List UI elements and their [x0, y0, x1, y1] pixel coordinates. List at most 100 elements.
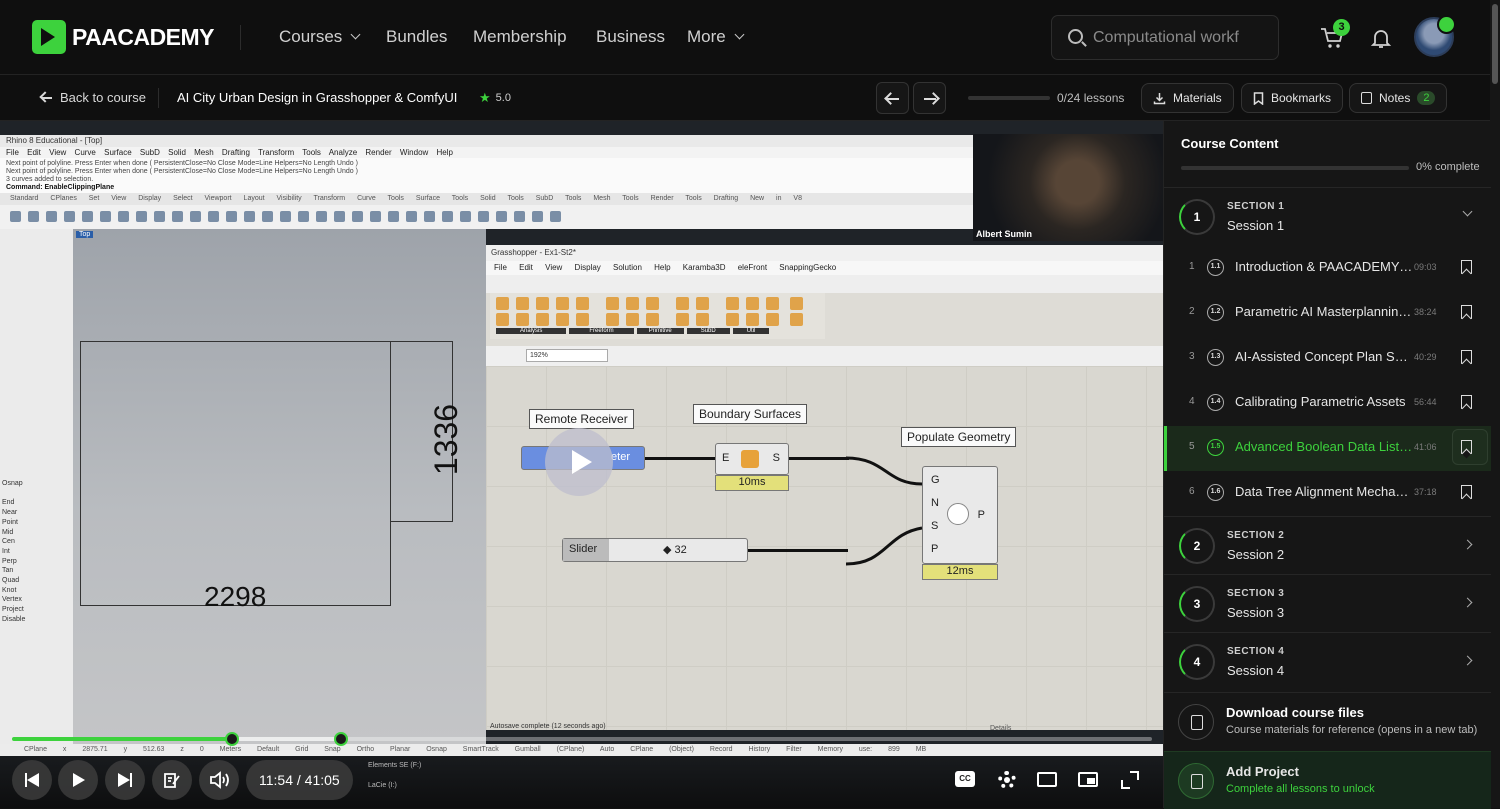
- lesson-status-icon: 1.4: [1207, 394, 1224, 411]
- add-project-card[interactable]: Add Project Complete all lessons to unlo…: [1164, 751, 1491, 809]
- section-label: SECTION 4: [1227, 646, 1285, 657]
- bookmark-icon[interactable]: [1461, 440, 1472, 454]
- add-project-icon: [1178, 763, 1214, 799]
- gear-icon: [998, 771, 1016, 789]
- course-progress-label: 0% complete: [1416, 161, 1480, 173]
- settings-button[interactable]: [987, 760, 1027, 800]
- lesson-title: Advanced Boolean Data List ...: [1235, 439, 1413, 454]
- grasshopper-menu: File Edit View Display Solution Help Kar…: [486, 261, 1163, 275]
- notes-icon: [1361, 92, 1372, 104]
- notes-toggle-button[interactable]: [152, 760, 192, 800]
- nav-courses[interactable]: Courses: [279, 27, 361, 47]
- nav-membership[interactable]: Membership: [473, 27, 567, 47]
- zoom-level: 192%: [526, 349, 608, 362]
- volume-button[interactable]: [199, 760, 239, 800]
- materials-button[interactable]: Materials: [1141, 83, 1234, 113]
- bookmarks-button[interactable]: Bookmarks: [1241, 83, 1344, 113]
- gh-boundary-timing: 10ms: [715, 475, 789, 491]
- section-number: 3: [1179, 586, 1215, 622]
- lesson-item[interactable]: 1 1.1 Introduction & PAACADEMY ... 09:03: [1164, 246, 1491, 291]
- picture-in-picture-button[interactable]: [1069, 760, 1109, 800]
- download-course-files-card[interactable]: Download course files Course materials f…: [1164, 692, 1491, 750]
- viewport-tag: Top: [76, 231, 94, 238]
- lesson-item[interactable]: 6 1.6 Data Tree Alignment Mechani... 37:18: [1164, 471, 1491, 516]
- nav-bundles[interactable]: Bundles: [386, 27, 447, 47]
- lessons-progress-bar: [968, 96, 1050, 100]
- theater-icon: [1037, 772, 1057, 787]
- search-input[interactable]: [1093, 29, 1273, 47]
- arrow-left-icon: [887, 98, 899, 100]
- lesson-duration: 40:29: [1414, 352, 1437, 362]
- bookmark-icon[interactable]: [1461, 395, 1472, 409]
- nav-more[interactable]: More: [687, 27, 745, 47]
- course-toolbar: Back to course AI City Urban Design in G…: [0, 75, 1490, 121]
- theater-mode-button[interactable]: [1028, 760, 1068, 800]
- seek-progress: [12, 737, 233, 741]
- gh-wire: [645, 457, 715, 460]
- video-player[interactable]: Rhino 8 Educational - [Top] File Edit Vi…: [0, 121, 1163, 808]
- paacademy-logo[interactable]: PAACADEMY: [32, 20, 215, 54]
- search-box[interactable]: [1051, 15, 1279, 60]
- lessons-progress-text: 0/24 lessons: [1057, 91, 1125, 105]
- site-rectangle: [80, 341, 391, 606]
- gh-wires: [846, 456, 923, 566]
- details-label: Details: [990, 725, 1012, 732]
- next-icon: [118, 773, 130, 787]
- section-2-header[interactable]: 2 SECTION 2 Session 2: [1164, 516, 1491, 574]
- page-scrollbar[interactable]: [1490, 0, 1500, 808]
- notes-count-badge: 2: [1417, 91, 1436, 105]
- gh-wire: [748, 549, 848, 552]
- section-label: SECTION 1: [1227, 201, 1285, 212]
- bell-icon[interactable]: [1370, 27, 1392, 49]
- seek-bar[interactable]: [12, 732, 1152, 746]
- section-1-header[interactable]: 1 SECTION 1 Session 1: [1164, 187, 1491, 245]
- chevron-right-icon: [1462, 539, 1473, 550]
- osnap-panel: Osnap End Near Point Mid Cen Int Perp Tan Quad Kn…: [2, 480, 26, 623]
- play-button[interactable]: [58, 760, 98, 800]
- bookmark-icon[interactable]: [1461, 350, 1472, 364]
- chevron-right-icon: [1462, 655, 1473, 666]
- rhino-top-viewport: Top 1336 2298: [73, 229, 486, 744]
- lesson-item-active[interactable]: 5 1.5 Advanced Boolean Data List ... 41:06: [1164, 426, 1491, 471]
- lesson-title: AI-Assisted Concept Plan Syn...: [1235, 349, 1413, 364]
- lesson-duration: 37:18: [1414, 487, 1437, 497]
- prev-lesson-button[interactable]: [876, 82, 909, 114]
- lesson-item[interactable]: 2 1.2 Parametric AI Masterplanning... 38:24: [1164, 291, 1491, 336]
- nav-business[interactable]: Business: [596, 27, 665, 47]
- lesson-title: Data Tree Alignment Mechani...: [1235, 484, 1413, 499]
- fullscreen-button[interactable]: [1110, 760, 1150, 800]
- rhino-toolbar: [0, 205, 973, 229]
- video-time: 11:54 / 41:05: [246, 760, 353, 800]
- gh-populate-geometry-label: Populate Geometry: [901, 427, 1017, 447]
- gh-remote-receiver-label: Remote Receiver: [529, 409, 634, 429]
- bookmark-icon[interactable]: [1461, 485, 1472, 499]
- gh-boundary-surfaces-node: E S: [715, 443, 789, 475]
- nav-divider: [240, 25, 241, 50]
- logo-text: PAACADEMY: [72, 23, 215, 50]
- lesson-item[interactable]: 3 1.3 AI-Assisted Concept Plan Syn... 40:29: [1164, 336, 1491, 381]
- course-content-sidebar: Course Content 0% complete 1 SECTION 1 S…: [1163, 121, 1491, 809]
- bookmark-icon[interactable]: [1461, 260, 1472, 274]
- section-4-header[interactable]: 4 SECTION 4 Session 4: [1164, 632, 1491, 690]
- captions-icon: CC: [955, 771, 975, 787]
- lesson-status-icon: 1.2: [1207, 304, 1224, 321]
- next-button[interactable]: [105, 760, 145, 800]
- section-3-header[interactable]: 3 SECTION 3 Session 3: [1164, 574, 1491, 632]
- gh-populate-timing: 12ms: [922, 564, 998, 580]
- seek-chapter-marker[interactable]: [225, 732, 240, 746]
- notes-button[interactable]: Notes 2: [1349, 83, 1448, 113]
- previous-button[interactable]: [12, 760, 52, 800]
- captions-button[interactable]: CC: [946, 760, 986, 800]
- lesson-item[interactable]: 4 1.4 Calibrating Parametric Assets 56:44: [1164, 381, 1491, 426]
- back-to-course-link[interactable]: Back to course: [42, 90, 146, 105]
- chevron-down-icon: [1462, 206, 1473, 217]
- section-name: Session 4: [1227, 663, 1285, 678]
- play-overlay-button[interactable]: [545, 428, 613, 496]
- lesson-status-icon: 1.6: [1207, 484, 1224, 501]
- scrollbar-thumb[interactable]: [1492, 4, 1498, 84]
- bookmark-icon[interactable]: [1461, 305, 1472, 319]
- lesson-title: Introduction & PAACADEMY ...: [1235, 259, 1413, 274]
- layer-list: Elements SE (F:) LaCie (I:): [368, 762, 422, 789]
- next-lesson-button[interactable]: [913, 82, 946, 114]
- download-icon: [1153, 92, 1166, 104]
